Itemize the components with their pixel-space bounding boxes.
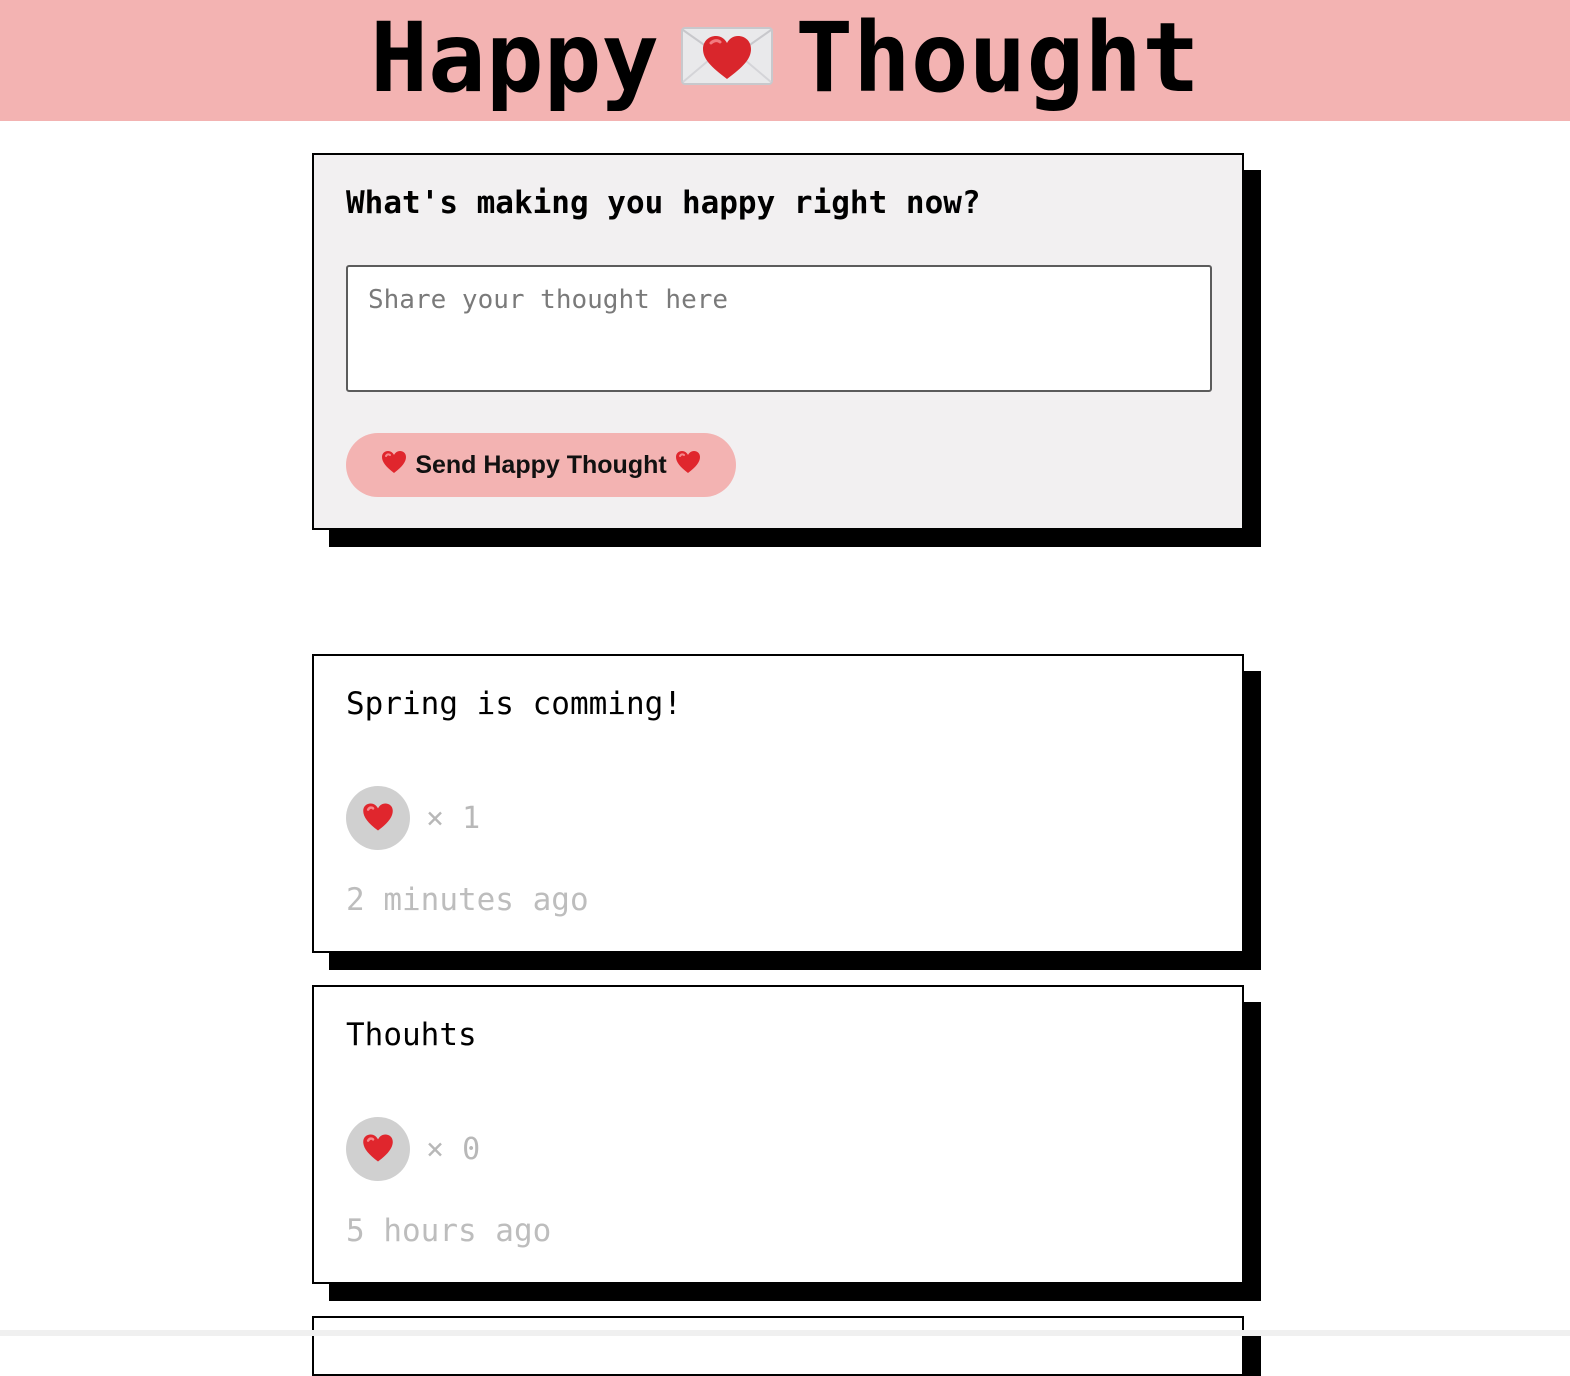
thought-timestamp: 5 hours ago: [346, 1213, 552, 1249]
heart-icon: [362, 802, 394, 835]
send-button-label: Send Happy Thought: [415, 450, 667, 479]
like-button[interactable]: [346, 786, 410, 850]
love-letter-icon: [681, 26, 774, 85]
thought-message: Thouhts: [346, 1017, 477, 1053]
thought-timestamp: 2 minutes ago: [346, 882, 589, 918]
heart-icon: [381, 450, 407, 481]
app-title-right: Thought: [795, 2, 1200, 114]
new-thought-form: What's making you happy right now? Send …: [312, 153, 1244, 530]
send-happy-thought-button[interactable]: Send Happy Thought: [346, 433, 736, 497]
like-button[interactable]: [346, 1117, 410, 1181]
like-count: × 1: [426, 801, 481, 836]
app-header: Happy Thought: [0, 0, 1570, 121]
thought-message: Spring is comming!: [346, 686, 682, 722]
form-question: What's making you happy right now?: [346, 185, 981, 221]
thought-card: Thouhts × 0 5 hours ago: [312, 985, 1244, 1284]
heart-icon: [362, 1133, 394, 1166]
like-count: × 0: [426, 1132, 481, 1167]
heart-icon: [675, 450, 701, 481]
thought-card: Spring is comming! × 1 2 minutes ago: [312, 654, 1244, 953]
thought-card-partial: [312, 1316, 1244, 1376]
app-title: Happy Thought: [0, 2, 1570, 114]
thought-input[interactable]: [346, 265, 1212, 392]
page-bottom-edge: [0, 1330, 1570, 1336]
app-title-left: Happy: [370, 2, 660, 114]
